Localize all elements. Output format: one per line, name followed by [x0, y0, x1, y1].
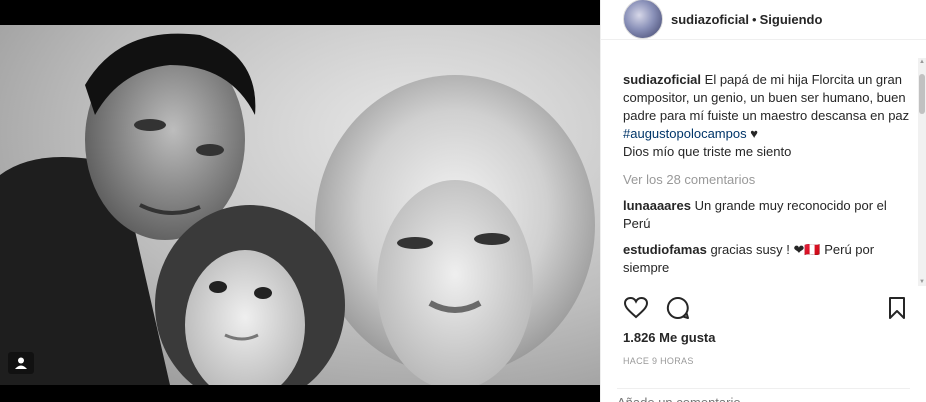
- speech-bubble-icon[interactable]: [665, 295, 691, 321]
- add-comment-input[interactable]: [617, 395, 910, 402]
- add-comment-bar: [617, 388, 910, 402]
- post-sidebar: sudiazoficial • Siguiendo sudiazoficial El…: [600, 0, 926, 402]
- caption-line2: Dios mío que triste me siento: [623, 144, 792, 159]
- post-timestamp: HACE 9 HORAS: [623, 356, 694, 366]
- list-item: estudiofamas gracias susy ! ❤🇵🇪 Perú por…: [623, 241, 910, 277]
- caption-hashtag[interactable]: #augustopolocampos: [623, 126, 747, 141]
- post-media-pane: [0, 0, 600, 402]
- bookmark-icon[interactable]: [884, 295, 910, 321]
- scroll-down-icon[interactable]: ▼: [918, 278, 926, 286]
- tagged-people-icon[interactable]: [8, 352, 34, 374]
- avatar[interactable]: [623, 0, 663, 39]
- photo-illustration: [0, 33, 595, 385]
- caption-username[interactable]: sudiazoficial: [623, 72, 701, 87]
- likes-count[interactable]: 1.826 Me gusta: [623, 330, 716, 345]
- header-username[interactable]: sudiazoficial: [671, 12, 749, 27]
- list-item: lunaaaares Un grande muy reconocido por …: [623, 197, 910, 233]
- caption: sudiazoficial El papá de mi hija Florcit…: [623, 71, 910, 161]
- follow-status-button[interactable]: Siguiendo: [760, 12, 823, 27]
- scroll-up-icon[interactable]: ▲: [918, 58, 926, 66]
- action-bar: [623, 294, 910, 322]
- scrollbar-thumb[interactable]: [919, 74, 925, 114]
- post-header: sudiazoficial • Siguiendo: [601, 0, 926, 40]
- heart-outline-icon[interactable]: [623, 295, 649, 321]
- comments-list: sudiazoficial El papá de mi hija Florcit…: [623, 58, 910, 286]
- caption-heart-emoji: ♥: [750, 126, 758, 141]
- comment-username[interactable]: lunaaaares: [623, 198, 691, 213]
- view-all-comments-link[interactable]: Ver los 28 comentarios: [623, 171, 910, 189]
- comments-scrollbar[interactable]: ▲ ▼: [918, 58, 926, 286]
- comment-username[interactable]: estudiofamas: [623, 242, 707, 257]
- header-separator: •: [752, 12, 757, 27]
- post-photo[interactable]: [0, 25, 600, 385]
